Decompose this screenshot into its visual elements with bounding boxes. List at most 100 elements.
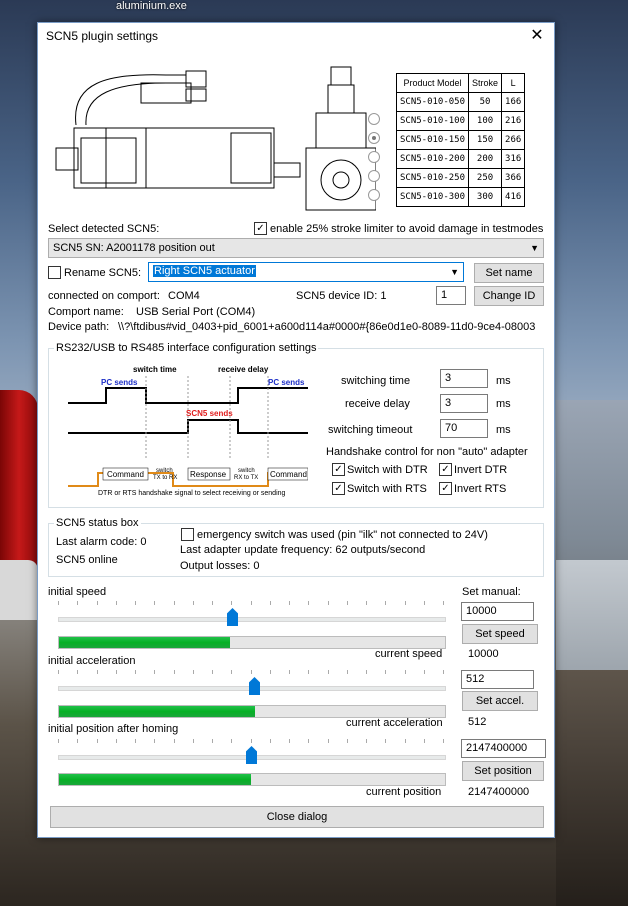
pc-sends-text-1: PC sends <box>101 378 138 387</box>
desktop-wallpaper-rocks <box>556 670 628 906</box>
unit-ms: ms <box>496 424 511 436</box>
slider-tick <box>231 601 232 605</box>
table-cell: 266 <box>501 130 526 150</box>
switch-tx-rx-text: TX to RX <box>153 475 177 481</box>
desktop-icon-label[interactable]: aluminium.exe <box>116 0 187 12</box>
slider-tick <box>231 739 232 743</box>
table-cell: 316 <box>501 149 526 169</box>
slider-tick <box>347 601 348 605</box>
table-row: SCN5-010-150 150 266 <box>395 130 526 150</box>
speed-slider[interactable] <box>58 601 446 626</box>
table-cell: SCN5-010-150 <box>395 130 470 150</box>
table-cell: 416 <box>501 187 526 207</box>
chevron-down-icon: ▼ <box>530 243 539 253</box>
model-radio-3[interactable] <box>368 151 380 163</box>
table-cell: 166 <box>501 92 526 112</box>
slider-tick <box>212 601 213 605</box>
online-text: SCN5 online <box>56 554 118 566</box>
current-position-value: 2147400000 <box>468 786 530 798</box>
comport-value: COM4 <box>168 290 200 302</box>
invert-rts-label: Invert RTS <box>454 483 507 495</box>
settings-dialog: SCN5 plugin settings ✕ Product Model Str… <box>37 22 555 838</box>
slider-thumb[interactable] <box>227 608 238 626</box>
current-speed-value: 10000 <box>468 648 499 660</box>
model-radio-1[interactable] <box>368 113 380 125</box>
invert-dtr-checkbox[interactable]: ✓ <box>439 463 452 476</box>
invert-dtr-label: Invert DTR <box>454 464 508 476</box>
receive-delay-input[interactable]: 3 <box>440 394 488 413</box>
model-radio-2[interactable] <box>368 132 380 144</box>
model-radio-4[interactable] <box>368 170 380 182</box>
device-id-input[interactable]: 1 <box>436 286 466 305</box>
switching-time-input[interactable]: 3 <box>440 369 488 388</box>
switch-dtr-checkbox[interactable]: ✓ <box>332 463 345 476</box>
slider-track <box>58 617 446 622</box>
switch-rx-tx-text: RX to TX <box>234 475 258 481</box>
set-accel-button[interactable]: Set accel. <box>462 691 538 711</box>
slider-thumb[interactable] <box>249 677 260 695</box>
switch-rts-checkbox[interactable]: ✓ <box>332 482 345 495</box>
model-radio-5[interactable] <box>368 189 380 201</box>
switching-time-label: switching time <box>341 375 411 387</box>
table-cell: 100 <box>468 111 503 131</box>
set-position-button[interactable]: Set position <box>462 761 544 781</box>
slider-tick <box>135 670 136 674</box>
rename-input[interactable]: Right SCN5 actuator ▼ <box>148 262 464 282</box>
accel-input[interactable]: 512 <box>461 670 534 689</box>
change-id-button[interactable]: Change ID <box>474 286 544 306</box>
comport-name-label: Comport name: <box>48 306 124 318</box>
close-dialog-button[interactable]: Close dialog <box>50 806 544 828</box>
switching-timeout-input[interactable]: 70 <box>440 419 488 438</box>
slider-tick <box>270 601 271 605</box>
response-text: Response <box>190 470 227 479</box>
slider-tick <box>77 601 78 605</box>
slider-thumb[interactable] <box>246 746 257 764</box>
slider-tick <box>154 670 155 674</box>
title-bar[interactable]: SCN5 plugin settings ✕ <box>38 23 554 49</box>
accel-slider[interactable] <box>58 670 446 695</box>
invert-rts-checkbox[interactable]: ✓ <box>439 482 452 495</box>
slider-tick <box>58 670 59 674</box>
device-select[interactable]: SCN5 SN: A2001178 position out ▼ <box>48 238 544 258</box>
update-frequency-text: Last adapter update frequency: 62 output… <box>180 544 426 556</box>
unit-ms: ms <box>496 398 511 410</box>
rename-checkbox[interactable] <box>48 266 61 279</box>
progress-fill <box>59 637 230 648</box>
table-row: SCN5-010-100 100 216 <box>395 111 526 131</box>
position-slider[interactable] <box>58 739 446 764</box>
current-accel-value: 512 <box>468 716 487 728</box>
slider-tick <box>212 739 213 743</box>
last-alarm-text: Last alarm code: 0 <box>56 536 147 548</box>
chevron-down-icon[interactable]: ▼ <box>450 264 459 281</box>
slider-tick <box>366 601 367 605</box>
speed-input[interactable]: 10000 <box>461 602 534 621</box>
switch-rts-label: Switch with RTS <box>347 483 427 495</box>
table-cell: SCN5-010-050 <box>395 92 470 112</box>
slider-tick <box>328 739 329 743</box>
progress-fill <box>59 706 255 717</box>
set-speed-button[interactable]: Set speed <box>462 624 538 644</box>
slider-tick <box>385 670 386 674</box>
slider-tick <box>270 739 271 743</box>
set-name-button[interactable]: Set name <box>474 263 544 283</box>
receive-delay-text: receive delay <box>218 365 269 374</box>
stroke-limiter-checkbox[interactable]: ✓ <box>254 222 267 235</box>
slider-tick <box>308 739 309 743</box>
device-path-clip: \\?\ftdibus#vid_0403+pid_6001+a600d114a#… <box>118 321 548 333</box>
slider-tick <box>116 739 117 743</box>
close-icon[interactable]: ✕ <box>524 25 550 47</box>
switch-text-2: switch <box>238 468 255 474</box>
select-device-label: Select detected SCN5: <box>48 223 160 235</box>
slider-tick <box>251 670 252 674</box>
slider-tick <box>308 601 309 605</box>
rs232-group-title: RS232/USB to RS485 interface configurati… <box>54 342 319 354</box>
slider-tick <box>251 739 252 743</box>
status-group-title: SCN5 status box <box>54 517 141 529</box>
emergency-label: emergency switch was used (pin "ilk" not… <box>197 529 488 541</box>
slider-tick <box>328 601 329 605</box>
position-input[interactable]: 2147400000 <box>461 739 546 758</box>
emergency-checkbox[interactable] <box>181 528 194 541</box>
slider-tick <box>289 739 290 743</box>
slider-tick <box>77 670 78 674</box>
set-manual-label: Set manual: <box>462 586 521 598</box>
